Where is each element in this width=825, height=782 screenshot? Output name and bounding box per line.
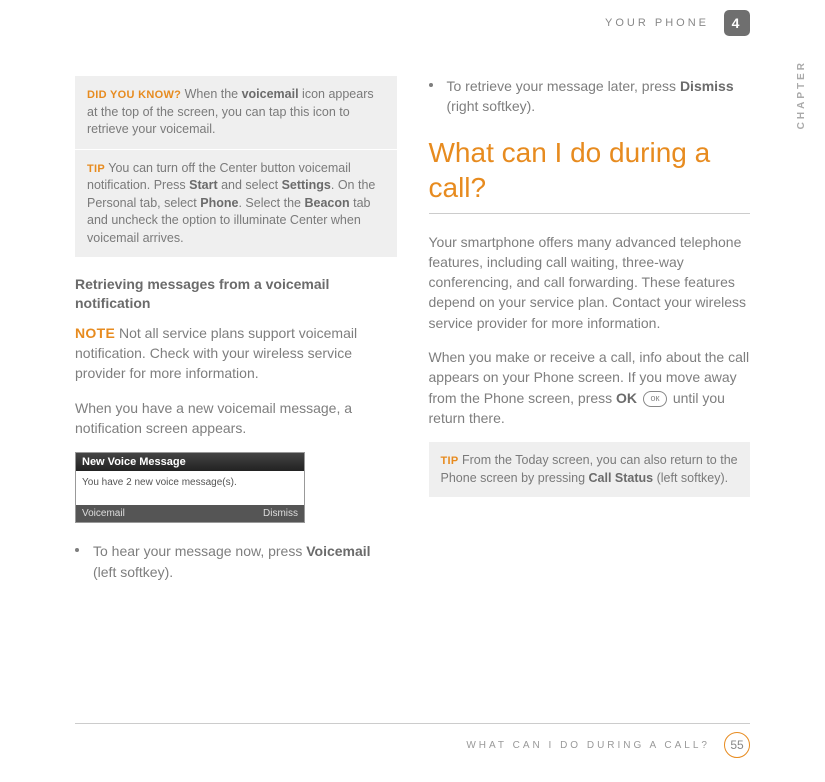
section-title: What can I do during a call?: [429, 135, 751, 205]
dyn-bold: voicemail: [242, 87, 299, 101]
left-column: DID YOU KNOW? When the voicemail icon ap…: [75, 76, 397, 594]
did-you-know-label: DID YOU KNOW?: [87, 89, 181, 101]
tip-text: and select: [218, 178, 282, 192]
bullet-dot-icon: [429, 83, 435, 117]
footer: WHAT CAN I DO DURING A CALL? 55: [75, 723, 750, 758]
divider: [429, 213, 751, 214]
tip-bold: Settings: [282, 178, 331, 192]
bullet-bold: Dismiss: [680, 78, 734, 94]
body-paragraph: When you have a new voicemail message, a…: [75, 398, 397, 439]
screenshot-right-softkey: Dismiss: [263, 508, 298, 519]
note-label: NOTE: [75, 325, 115, 341]
tip-text: . Select the: [238, 196, 304, 210]
ok-bold: OK: [616, 390, 637, 406]
bullet-text: To hear your message now, press Voicemai…: [93, 541, 397, 582]
tip-label: TIP: [87, 163, 105, 175]
header: YOUR PHONE 4: [75, 10, 750, 36]
tip-label: TIP: [441, 455, 459, 467]
screenshot-footer: Voicemail Dismiss: [76, 505, 304, 522]
page-number: 55: [724, 732, 750, 758]
dyn-text: When the: [181, 87, 241, 101]
tip-bold: Start: [189, 178, 217, 192]
subheading: Retrieving messages from a voicemail not…: [75, 275, 397, 313]
bullet-item: To hear your message now, press Voicemai…: [75, 541, 397, 582]
tip-bold: Call Status: [589, 471, 654, 485]
tip-bold: Beacon: [304, 196, 349, 210]
body-paragraph: When you make or receive a call, info ab…: [429, 347, 751, 428]
note-paragraph: NOTE Not all service plans support voice…: [75, 323, 397, 384]
header-title: YOUR PHONE: [605, 17, 709, 29]
screenshot-body: You have 2 new voice message(s).: [76, 471, 304, 505]
bullet-text: To retrieve your message later, press Di…: [447, 76, 751, 117]
ok-button-icon: ок: [643, 391, 667, 407]
note-text: Not all service plans support voicemail …: [75, 325, 357, 382]
right-column: To retrieve your message later, press Di…: [429, 76, 751, 594]
bullet-item: To retrieve your message later, press Di…: [429, 76, 751, 117]
footer-title: WHAT CAN I DO DURING A CALL?: [466, 740, 710, 751]
did-you-know-box: DID YOU KNOW? When the voicemail icon ap…: [75, 76, 397, 149]
screenshot-left-softkey: Voicemail: [82, 508, 125, 519]
tip-bold: Phone: [200, 196, 238, 210]
tip-box: TIP From the Today screen, you can also …: [429, 442, 751, 497]
notification-screenshot: New Voice Message You have 2 new voice m…: [75, 452, 305, 523]
bullet-bold: Voicemail: [306, 543, 370, 559]
tip-box: TIP You can turn off the Center button v…: [75, 149, 397, 258]
screenshot-title: New Voice Message: [76, 453, 304, 471]
tip-text: (left softkey).: [653, 471, 728, 485]
chapter-side-label: CHAPTER: [796, 60, 807, 129]
body-paragraph: Your smartphone offers many advanced tel…: [429, 232, 751, 333]
chapter-badge: 4: [724, 10, 750, 36]
bullet-dot-icon: [75, 548, 81, 582]
